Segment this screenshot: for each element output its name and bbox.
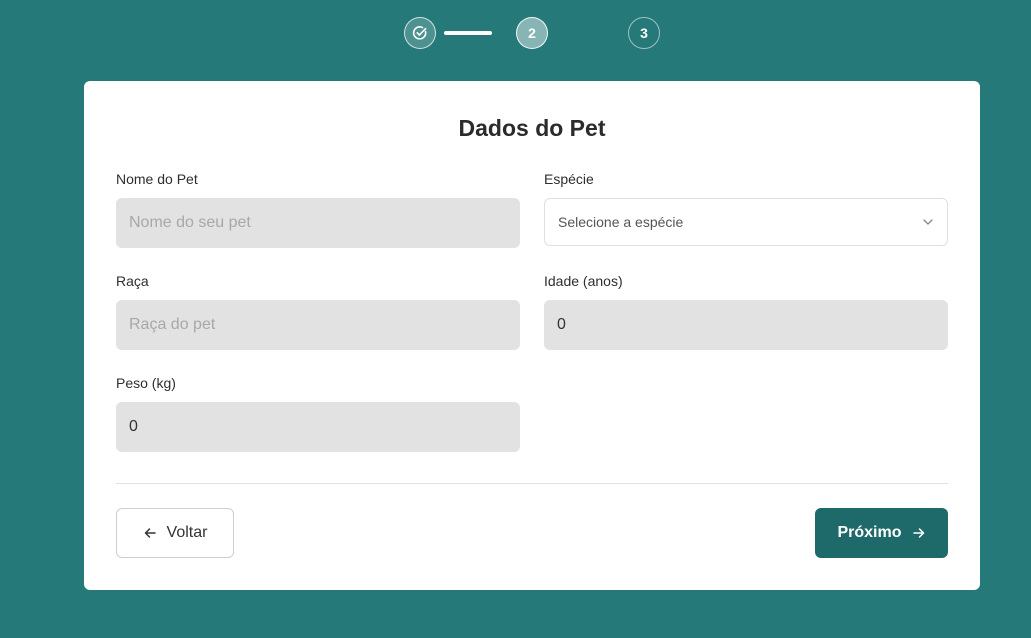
back-button[interactable]: Voltar bbox=[116, 508, 234, 558]
page: 2 3 Dados do Pet Nome do Pet Espécie Sel… bbox=[0, 0, 1031, 638]
step-3-upcoming[interactable]: 3 bbox=[628, 17, 660, 49]
form-divider bbox=[116, 483, 948, 484]
weight-field: Peso (kg) bbox=[116, 375, 520, 452]
progress-stepper: 2 3 bbox=[404, 17, 664, 49]
arrow-left-icon bbox=[144, 528, 156, 538]
breed-input[interactable] bbox=[116, 300, 520, 350]
step-1-completed[interactable] bbox=[404, 17, 436, 49]
breed-field: Raça bbox=[116, 273, 520, 350]
pet-name-field: Nome do Pet bbox=[116, 171, 520, 248]
next-button-label: Próximo bbox=[837, 524, 902, 541]
breed-label: Raça bbox=[116, 273, 149, 289]
step-2-current[interactable]: 2 bbox=[516, 17, 548, 49]
check-circle-icon bbox=[412, 26, 427, 40]
step-2-label: 2 bbox=[528, 25, 536, 41]
species-select[interactable]: Selecione a espécie bbox=[544, 198, 948, 246]
step-connector bbox=[444, 31, 492, 35]
species-field: Espécie Selecione a espécie bbox=[544, 171, 948, 246]
back-button-label: Voltar bbox=[166, 524, 208, 541]
step-3-label: 3 bbox=[640, 25, 648, 41]
pet-name-input[interactable] bbox=[116, 198, 520, 248]
species-label: Espécie bbox=[544, 171, 594, 187]
weight-input[interactable] bbox=[116, 402, 520, 452]
species-selected-value: Selecione a espécie bbox=[558, 214, 684, 230]
weight-label: Peso (kg) bbox=[116, 375, 176, 391]
pet-form-card: Dados do Pet Nome do Pet Espécie Selecio… bbox=[84, 81, 980, 590]
pet-name-label: Nome do Pet bbox=[116, 171, 198, 187]
age-input[interactable] bbox=[544, 300, 948, 350]
arrow-right-icon bbox=[912, 528, 924, 538]
age-label: Idade (anos) bbox=[544, 273, 623, 289]
age-field: Idade (anos) bbox=[544, 273, 948, 350]
form-title: Dados do Pet bbox=[458, 115, 606, 141]
next-button[interactable]: Próximo bbox=[815, 508, 948, 558]
chevron-down-icon bbox=[923, 219, 933, 225]
